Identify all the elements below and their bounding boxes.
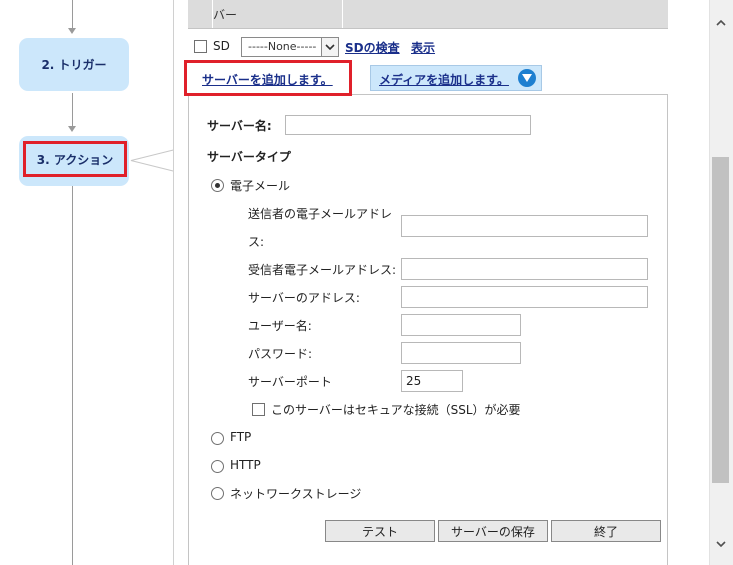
step-arrow-icon [68, 28, 76, 34]
step-connector-line [72, 186, 73, 565]
scroll-down-icon[interactable] [712, 535, 729, 552]
step-connector-line [72, 93, 73, 126]
radio-network-storage-label: ネットワークストレージ [230, 487, 362, 501]
step-action[interactable]: 3. アクション [19, 136, 129, 186]
server-name-label: サーバー名: [207, 119, 272, 133]
scroll-up-icon[interactable] [712, 14, 729, 31]
ssl-checkbox[interactable] [252, 403, 265, 416]
username-label: ユーザー名: [248, 319, 312, 333]
radio-http[interactable] [211, 460, 224, 473]
tab-add-server[interactable]: サーバーを追加します。 [184, 60, 352, 96]
sd-label: SD [213, 39, 230, 53]
sd-check-link[interactable]: SDの検査 [345, 39, 400, 56]
panel-border [173, 0, 174, 565]
step-connector-line [72, 0, 73, 28]
server-port-label: サーバーポート [248, 375, 332, 389]
recipient-email-label: 受信者電子メールアドレス: [248, 263, 397, 277]
server-name-input[interactable] [285, 115, 531, 135]
server-address-label: サーバーのアドレス: [248, 291, 360, 305]
close-button[interactable]: 終了 [551, 520, 661, 542]
radio-http-label: HTTP [230, 458, 261, 472]
server-type-label: サーバータイプ [207, 150, 291, 164]
radio-email[interactable] [211, 179, 224, 192]
sd-select[interactable]: -----None----- [241, 37, 339, 57]
radio-ftp-label: FTP [230, 430, 252, 444]
save-server-button[interactable]: サーバーの保存 [438, 520, 548, 542]
panel-connector-line [130, 160, 174, 172]
chevron-down-icon[interactable] [321, 38, 338, 56]
radio-network-storage[interactable] [211, 487, 224, 500]
tab-add-media-label: メディアを追加します。 [379, 73, 509, 87]
password-label: パスワード: [248, 347, 313, 361]
password-input[interactable] [401, 342, 521, 364]
ssl-label: このサーバーはセキュアな接続（SSL）が必要 [271, 403, 521, 417]
radio-email-label: 電子メール [230, 179, 291, 193]
step-trigger[interactable]: 2. トリガー [19, 38, 129, 91]
highlight-box: 3. アクション [23, 141, 127, 177]
server-address-input[interactable] [401, 286, 648, 308]
column-divider [212, 0, 213, 28]
sd-checkbox[interactable] [194, 40, 207, 53]
scrollbar-thumb[interactable] [712, 157, 729, 483]
server-port-input[interactable] [401, 370, 463, 392]
table-header-cell: バー [213, 8, 238, 22]
sender-email-label: 送信者の電子メールアドレ [248, 207, 393, 221]
radio-ftp[interactable] [211, 432, 224, 445]
test-button[interactable]: テスト [325, 520, 435, 542]
tab-add-media[interactable]: メディアを追加します。 [370, 65, 542, 91]
recipient-email-input[interactable] [401, 258, 648, 280]
sd-show-link[interactable]: 表示 [411, 39, 435, 56]
step-arrow-icon [68, 126, 76, 132]
column-divider [342, 0, 343, 28]
server-table-header: バー [188, 0, 668, 29]
tab-add-server-label: サーバーを追加します。 [202, 73, 333, 87]
step-trigger-label: 2. トリガー [41, 58, 107, 72]
sd-select-value: -----None----- [248, 40, 317, 53]
step-action-label: 3. アクション [36, 152, 114, 167]
sender-email-label-cont: ス: [248, 235, 265, 249]
username-input[interactable] [401, 314, 521, 336]
sender-email-input[interactable] [401, 215, 648, 237]
expand-down-icon[interactable] [518, 69, 536, 87]
panel-connector-line [131, 149, 174, 161]
